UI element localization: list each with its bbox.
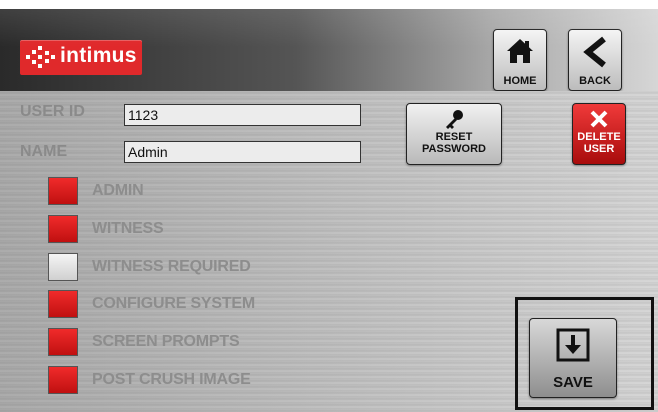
- key-icon: [446, 110, 463, 129]
- permission-label: ADMIN: [92, 182, 144, 199]
- permission-checkbox[interactable]: [48, 328, 78, 356]
- reset-label-line2: PASSWORD: [422, 143, 486, 155]
- home-label: HOME: [503, 75, 537, 87]
- app-window: intimus HOME BACK USER ID 1123 NAME Admi…: [0, 0, 658, 412]
- permission-label: POST CRUSH IMAGE: [92, 371, 251, 388]
- delete-label-line1: DELETE: [577, 131, 621, 143]
- back-label: BACK: [579, 75, 611, 87]
- permission-checkbox[interactable]: [48, 253, 78, 281]
- back-chevron-icon: [583, 36, 606, 68]
- permission-label: WITNESS: [92, 220, 164, 237]
- name-label: NAME: [20, 143, 68, 160]
- home-button[interactable]: HOME: [493, 29, 547, 91]
- home-icon: [507, 39, 533, 63]
- permission-checkbox[interactable]: [48, 215, 78, 243]
- permission-label: WITNESS REQUIRED: [92, 258, 251, 275]
- save-button[interactable]: SAVE: [529, 318, 617, 398]
- save-download-icon: [556, 328, 590, 362]
- close-icon: [590, 110, 608, 128]
- permission-label: SCREEN PROMPTS: [92, 333, 240, 350]
- delete-user-button[interactable]: DELETE USER: [572, 103, 626, 165]
- permission-label: CONFIGURE SYSTEM: [92, 295, 256, 312]
- save-label: SAVE: [553, 374, 593, 391]
- header-bar: intimus HOME BACK: [0, 9, 658, 91]
- intimus-logo: intimus: [20, 40, 142, 75]
- reset-password-button[interactable]: RESET PASSWORD: [406, 103, 502, 165]
- user-id-field[interactable]: 1123: [124, 104, 361, 126]
- permission-checkbox[interactable]: [48, 290, 78, 318]
- user-id-label: USER ID: [20, 103, 85, 120]
- back-button[interactable]: BACK: [568, 29, 622, 91]
- logo-text: intimus: [60, 44, 137, 67]
- permission-checkbox[interactable]: [48, 177, 78, 205]
- permission-checkbox[interactable]: [48, 366, 78, 394]
- name-field[interactable]: Admin: [124, 141, 361, 163]
- reset-label-line1: RESET: [435, 131, 473, 143]
- delete-label-line2: USER: [583, 143, 615, 155]
